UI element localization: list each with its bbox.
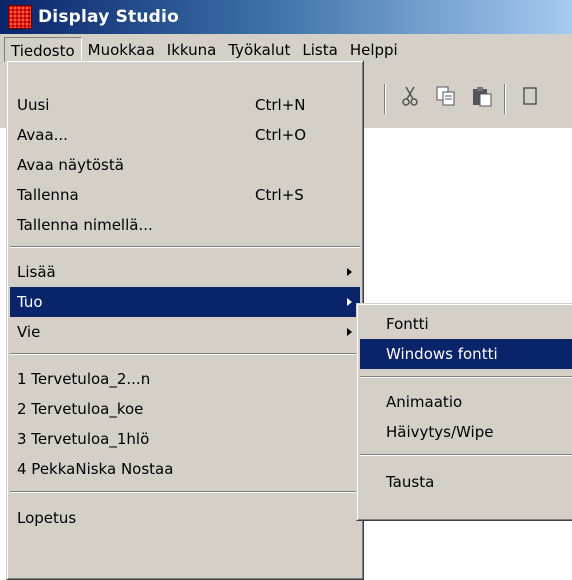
- menu-separator: [360, 454, 572, 456]
- submenu-arrow-icon: [347, 298, 352, 306]
- paste-icon[interactable]: [466, 80, 498, 112]
- menu-item-tallenna-nimella[interactable]: Tallenna nimellä...: [10, 210, 360, 240]
- menu-item-uusi[interactable]: Uusi Ctrl+N: [10, 90, 360, 120]
- menu-separator: [10, 353, 360, 355]
- submenu-item-animaatio[interactable]: Animaatio: [360, 387, 572, 417]
- toolbar-separator: [504, 84, 506, 114]
- toolbar-separator: [384, 84, 386, 114]
- title-bar: Display Studio: [0, 0, 572, 34]
- partial-icon-right[interactable]: [514, 80, 546, 112]
- window-title: Display Studio: [38, 7, 179, 27]
- menu-separator: [360, 376, 572, 378]
- menu-separator: [10, 491, 360, 493]
- menu-item-tallenna[interactable]: Tallenna Ctrl+S: [10, 180, 360, 210]
- submenu-arrow-icon: [347, 268, 352, 276]
- display-studio-icon[interactable]: [8, 5, 32, 29]
- menu-item-recent-3[interactable]: 3 Tervetuloa_1hlö: [10, 424, 360, 454]
- menu-item-avaa[interactable]: Avaa... Ctrl+O: [10, 120, 360, 150]
- submenu-item-windows-fontti[interactable]: Windows fontti: [360, 339, 572, 369]
- import-submenu: Fontti Windows fontti Animaatio Häivytys…: [356, 303, 572, 521]
- menu-item-recent-2[interactable]: 2 Tervetuloa_koe: [10, 394, 360, 424]
- cut-icon[interactable]: [394, 80, 426, 112]
- menu-separator: [10, 246, 360, 248]
- submenu-arrow-icon: [347, 328, 352, 336]
- menu-item-lisaa[interactable]: Lisää: [10, 257, 360, 287]
- submenu-item-haivytys-wipe[interactable]: Häivytys/Wipe: [360, 417, 572, 447]
- menu-item-avaa-naytosta[interactable]: Avaa näytöstä: [10, 150, 360, 180]
- menu-item-lopetus[interactable]: Lopetus: [10, 503, 360, 533]
- menu-item-recent-4[interactable]: 4 PekkaNiska Nostaa: [10, 454, 360, 484]
- file-menu: Uusi Ctrl+N Avaa... Ctrl+O Avaa näytöstä…: [6, 60, 364, 580]
- menu-item-vie[interactable]: Vie: [10, 317, 360, 347]
- submenu-item-tausta[interactable]: Tausta: [360, 467, 572, 497]
- submenu-item-fontti[interactable]: Fontti: [360, 309, 572, 339]
- copy-icon[interactable]: [430, 80, 462, 112]
- menu-item-recent-1[interactable]: 1 Tervetuloa_2...n: [10, 364, 360, 394]
- menu-item-tuo[interactable]: Tuo: [10, 287, 360, 317]
